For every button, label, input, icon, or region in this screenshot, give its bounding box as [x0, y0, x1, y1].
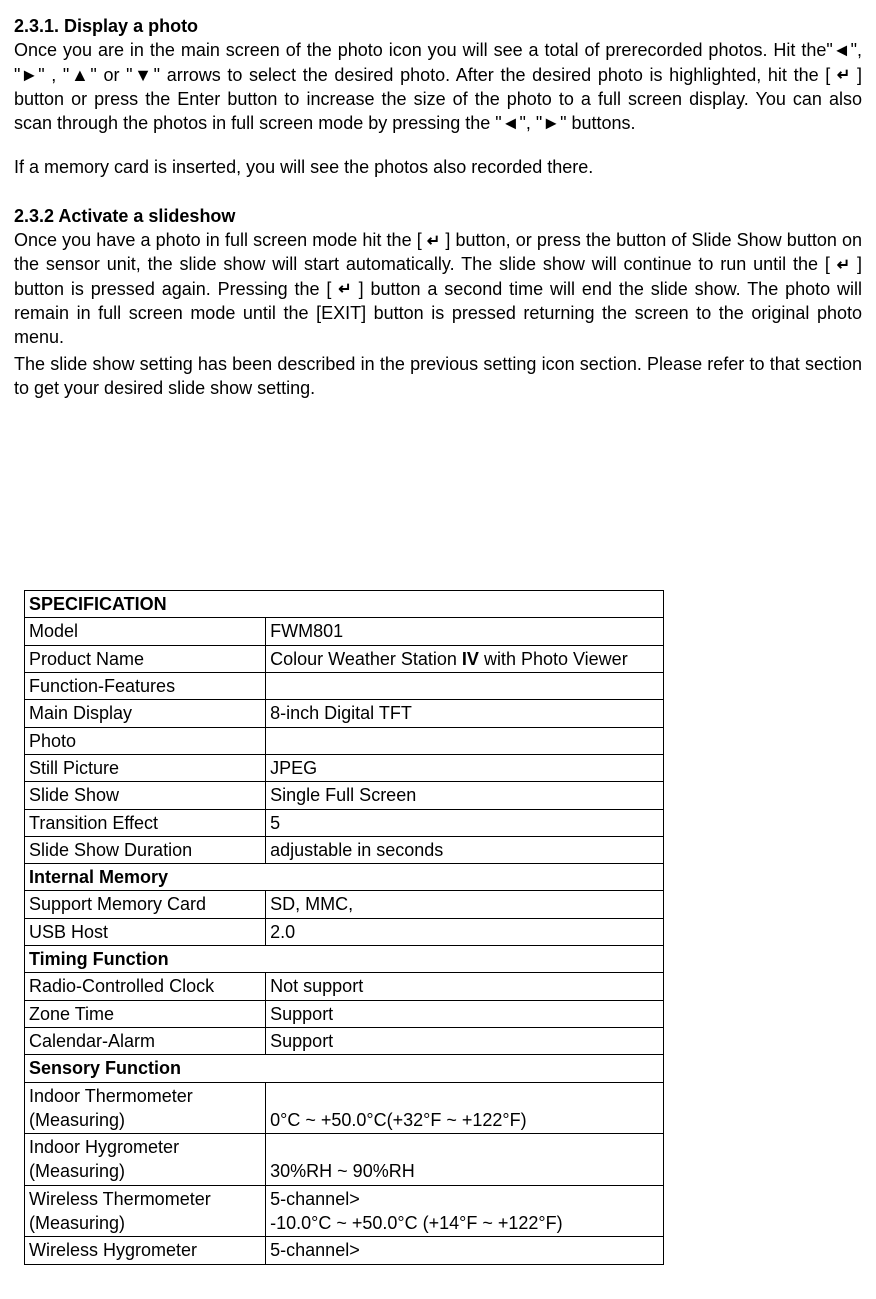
enter-icon: ↵ — [837, 65, 850, 87]
table-row: Transition Effect5 — [25, 809, 664, 836]
cell-value: adjustable in seconds — [266, 836, 664, 863]
table-row: Indoor Thermometer (Measuring)0°C ~ +50.… — [25, 1082, 664, 1134]
cell-label: Photo — [25, 727, 266, 754]
section-header: Timing Function — [25, 946, 664, 973]
table-row: Internal Memory — [25, 864, 664, 891]
section-display-photo: 2.3.1. Display a photo Once you are in t… — [14, 14, 862, 180]
enter-icon: ↵ — [338, 279, 351, 301]
table-row: Indoor Hygrometer (Measuring)30%RH ~ 90%… — [25, 1134, 664, 1186]
cell-label: Still Picture — [25, 754, 266, 781]
cell-value — [266, 727, 664, 754]
table-row: Calendar-AlarmSupport — [25, 1027, 664, 1054]
paragraph: If a memory card is inserted, you will s… — [14, 155, 862, 179]
section-header: Sensory Function — [25, 1055, 664, 1082]
cell-label: Indoor Hygrometer (Measuring) — [25, 1134, 266, 1186]
cell-label: USB Host — [25, 918, 266, 945]
text-bold: IV — [462, 649, 479, 669]
cell-label: Radio-Controlled Clock — [25, 973, 266, 1000]
cell-value: Support — [266, 1000, 664, 1027]
table-row: Timing Function — [25, 946, 664, 973]
specification-table: SPECIFICATION ModelFWM801 Product NameCo… — [24, 590, 664, 1264]
cell-label: Zone Time — [25, 1000, 266, 1027]
table-row: Wireless Thermometer (Measuring)5-channe… — [25, 1185, 664, 1237]
cell-value: SD, MMC, — [266, 891, 664, 918]
text: with Photo Viewer — [479, 649, 628, 669]
table-row: Product NameColour Weather Station IV wi… — [25, 645, 664, 672]
table-row: Photo — [25, 727, 664, 754]
cell-label: Wireless Hygrometer — [25, 1237, 266, 1264]
cell-value: Single Full Screen — [266, 782, 664, 809]
text: Colour Weather Station — [270, 649, 462, 669]
table-row: Radio-Controlled ClockNot support — [25, 973, 664, 1000]
table-row: Wireless Hygrometer5-channel> — [25, 1237, 664, 1264]
table-row: Slide ShowSingle Full Screen — [25, 782, 664, 809]
text: Once you are in the main screen of the p… — [14, 40, 862, 84]
table-row: Slide Show Durationadjustable in seconds — [25, 836, 664, 863]
table-row: Still PictureJPEG — [25, 754, 664, 781]
table-row: Zone TimeSupport — [25, 1000, 664, 1027]
cell-value: 2.0 — [266, 918, 664, 945]
cell-label: Model — [25, 618, 266, 645]
cell-value: 5 — [266, 809, 664, 836]
table-row: Sensory Function — [25, 1055, 664, 1082]
cell-value: Colour Weather Station IV with Photo Vie… — [266, 645, 664, 672]
cell-label: Wireless Thermometer (Measuring) — [25, 1185, 266, 1237]
cell-value: 8-inch Digital TFT — [266, 700, 664, 727]
cell-value: Not support — [266, 973, 664, 1000]
table-row: USB Host2.0 — [25, 918, 664, 945]
enter-icon: ↵ — [427, 231, 440, 253]
table-row: Function-Features — [25, 673, 664, 700]
cell-label: Function-Features — [25, 673, 266, 700]
cell-label: Support Memory Card — [25, 891, 266, 918]
cell-label: Slide Show — [25, 782, 266, 809]
cell-value — [266, 673, 664, 700]
section-title: 2.3.1. Display a photo — [14, 14, 862, 38]
cell-value: 5-channel> — [266, 1237, 664, 1264]
spec-header: SPECIFICATION — [25, 591, 664, 618]
text: Once you have a photo in full screen mod… — [14, 230, 427, 250]
cell-label: Product Name — [25, 645, 266, 672]
table-row: Main Display8-inch Digital TFT — [25, 700, 664, 727]
cell-label: Slide Show Duration — [25, 836, 266, 863]
cell-value: 5-channel> -10.0°C ~ +50.0°C (+14°F ~ +1… — [266, 1185, 664, 1237]
cell-label: Calendar-Alarm — [25, 1027, 266, 1054]
cell-value: 0°C ~ +50.0°C(+32°F ~ +122°F) — [266, 1082, 664, 1134]
paragraph: Once you are in the main screen of the p… — [14, 38, 862, 135]
cell-label: Main Display — [25, 700, 266, 727]
table-row: ModelFWM801 — [25, 618, 664, 645]
cell-label: Transition Effect — [25, 809, 266, 836]
paragraph: The slide show setting has been describe… — [14, 352, 862, 401]
cell-value: 30%RH ~ 90%RH — [266, 1134, 664, 1186]
table-row: SPECIFICATION — [25, 591, 664, 618]
paragraph: Once you have a photo in full screen mod… — [14, 228, 862, 349]
cell-value: FWM801 — [266, 618, 664, 645]
table-row: Support Memory CardSD, MMC, — [25, 891, 664, 918]
section-slideshow: 2.3.2 Activate a slideshow Once you have… — [14, 204, 862, 400]
cell-value: JPEG — [266, 754, 664, 781]
section-header: Internal Memory — [25, 864, 664, 891]
cell-value: Support — [266, 1027, 664, 1054]
section-title: 2.3.2 Activate a slideshow — [14, 204, 862, 228]
cell-label: Indoor Thermometer (Measuring) — [25, 1082, 266, 1134]
enter-icon: ↵ — [837, 255, 850, 277]
